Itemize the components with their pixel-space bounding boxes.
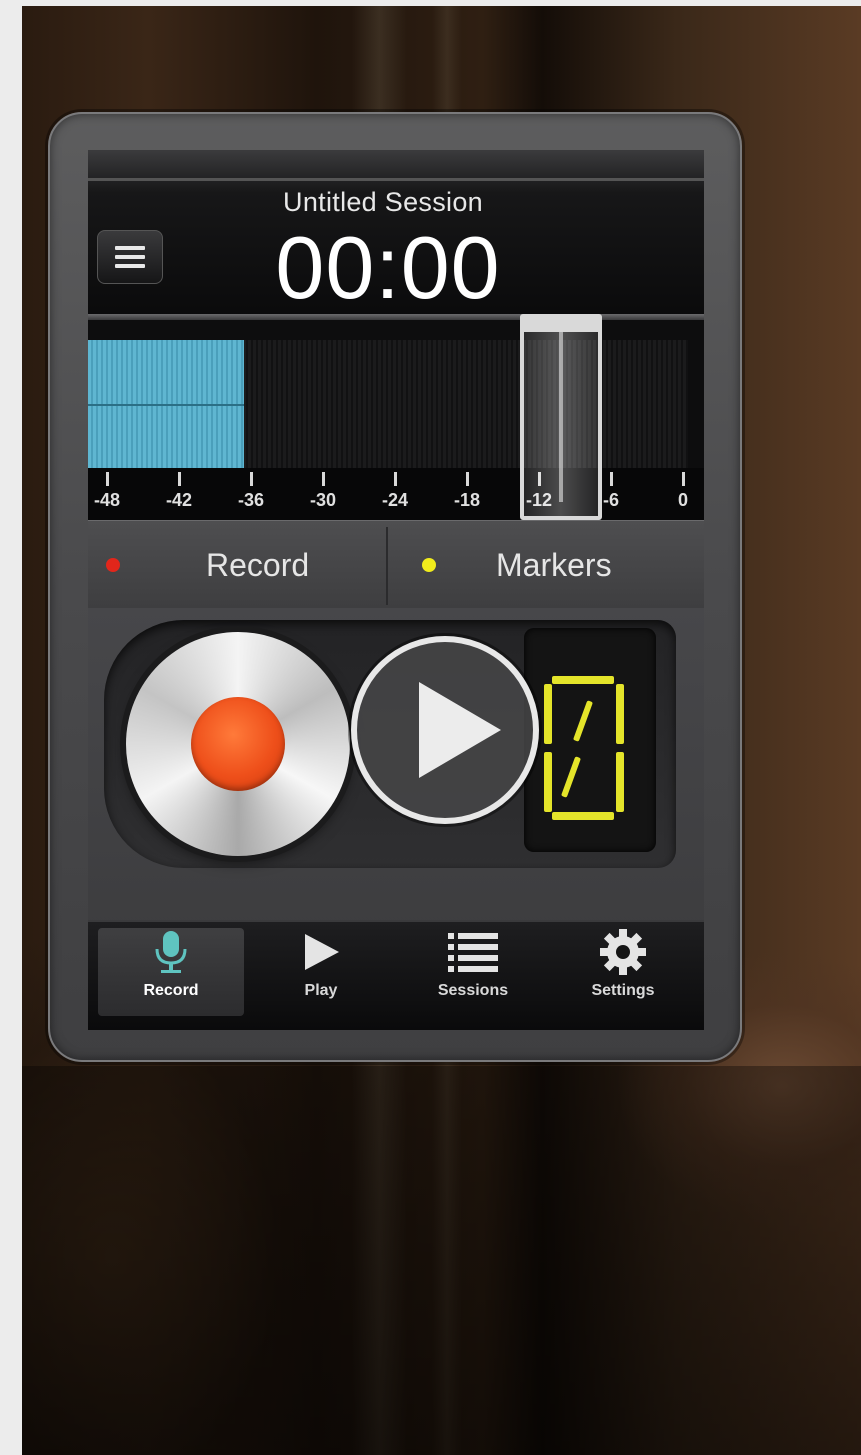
play-button[interactable] (351, 636, 539, 824)
meter-tick-label: -30 (309, 490, 336, 510)
tab-record[interactable]: Record (98, 928, 244, 1016)
meter-tick (394, 472, 397, 486)
meter-tick-label: -36 (237, 490, 264, 510)
microphone-icon (98, 928, 244, 976)
record-mode-label: Record (206, 546, 310, 583)
tab-settings-label: Settings (591, 982, 655, 999)
tab-bar: Record Play Sessions Settings (88, 920, 704, 1030)
meter-tick (322, 472, 325, 486)
tab-settings[interactable]: Settings (550, 928, 696, 1016)
markers-mode-label: Markers (496, 546, 612, 583)
meter-tick-label: -24 (381, 490, 408, 510)
tab-sessions-label: Sessions (437, 982, 509, 999)
record-dot-icon (106, 558, 120, 572)
gear-icon (550, 928, 696, 976)
header-highlight (88, 178, 704, 181)
meter-tick-label: 0 (677, 490, 688, 510)
marker-dot-icon (422, 558, 436, 572)
level-meter: -48-42-36-30-24-18-12-60 (88, 314, 704, 520)
photo-shadow (22, 1066, 861, 1455)
meter-tick (250, 472, 253, 486)
tab-play[interactable]: Play (248, 928, 394, 1016)
header: Untitled Session 00:00 (88, 150, 704, 320)
meter-tick-label: -42 (165, 490, 192, 510)
play-icon (419, 682, 501, 778)
meter-tick-label: -18 (453, 490, 480, 510)
tab-play-label: Play (304, 982, 338, 999)
record-button[interactable] (126, 632, 350, 856)
meter-tick (610, 472, 613, 486)
meter-tick (178, 472, 181, 486)
record-mode-tab[interactable]: Record (106, 521, 376, 609)
tab-sessions[interactable]: Sessions (400, 928, 546, 1016)
mode-selector: Record Markers (88, 520, 704, 608)
mode-divider (386, 527, 388, 605)
meter-tick-label: -48 (93, 490, 120, 510)
elapsed-timer: 00:00 (275, 218, 501, 317)
meter-tick (106, 472, 109, 486)
tab-record-label: Record (143, 982, 199, 999)
record-icon (191, 697, 285, 791)
list-icon (400, 928, 546, 976)
play-icon (248, 928, 394, 976)
meter-scale: -48-42-36-30-24-18-12-60 (88, 468, 704, 520)
markers-mode-tab[interactable]: Markers (422, 521, 692, 609)
marker-count-display (524, 628, 656, 852)
meter-tick (466, 472, 469, 486)
menu-button[interactable] (97, 230, 163, 284)
meter-tick (682, 472, 685, 486)
app-screen: Untitled Session 00:00 -48 -42 -36 -30 -24 -1… (88, 150, 704, 1030)
meter-channel-divider (88, 404, 244, 406)
menu-icon (115, 246, 145, 268)
peak-hold-indicator[interactable] (520, 314, 602, 520)
session-title[interactable]: Untitled Session (238, 187, 528, 218)
